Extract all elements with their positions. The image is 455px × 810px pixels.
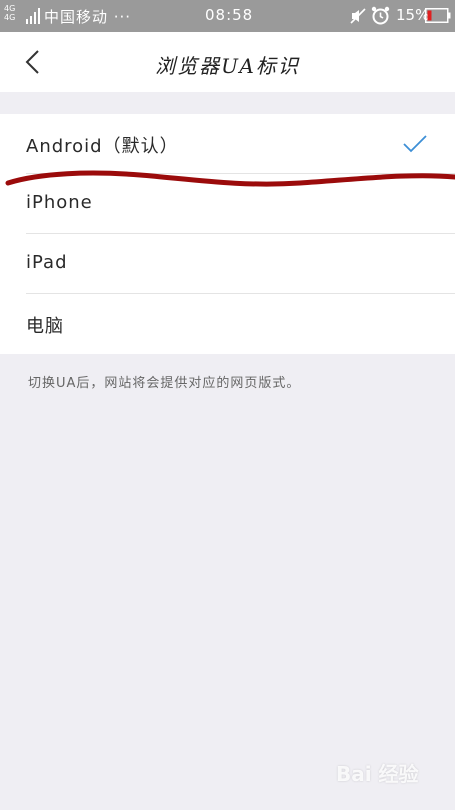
ua-note: 切换UA后，网站将会提供对应的网页版式。 [28, 376, 301, 391]
ua-option-list: Android（默认） iPhone iPad 电脑 [0, 114, 455, 354]
status-bar: 4G 4G 中国移动 ··· 08:58 15% [0, 0, 455, 32]
option-label: Android（默认） [26, 136, 179, 157]
watermark-logo: Bai 经验 [336, 762, 419, 786]
option-desktop[interactable]: 电脑 [0, 294, 455, 354]
screen: 4G 4G 中国移动 ··· 08:58 15% 浏览器UA标识 Android… [0, 0, 455, 810]
option-iphone[interactable]: iPhone [0, 174, 455, 234]
page-title: 浏览器UA标识 [155, 54, 300, 78]
alarm-icon [371, 6, 390, 25]
nav-bar: 浏览器UA标识 [0, 32, 455, 92]
option-ipad[interactable]: iPad [0, 234, 455, 294]
option-label: iPhone [26, 192, 93, 213]
signal-icon [26, 8, 40, 24]
option-android[interactable]: Android（默认） [0, 114, 455, 174]
option-label: 电脑 [26, 316, 64, 337]
check-icon [403, 135, 427, 153]
mute-icon [350, 8, 366, 24]
status-time: 08:58 [205, 6, 254, 24]
carrier-label: 中国移动 ··· [44, 8, 132, 26]
battery-icon [425, 8, 451, 23]
network-type: 4G 4G [4, 4, 16, 22]
option-label: iPad [26, 252, 68, 273]
